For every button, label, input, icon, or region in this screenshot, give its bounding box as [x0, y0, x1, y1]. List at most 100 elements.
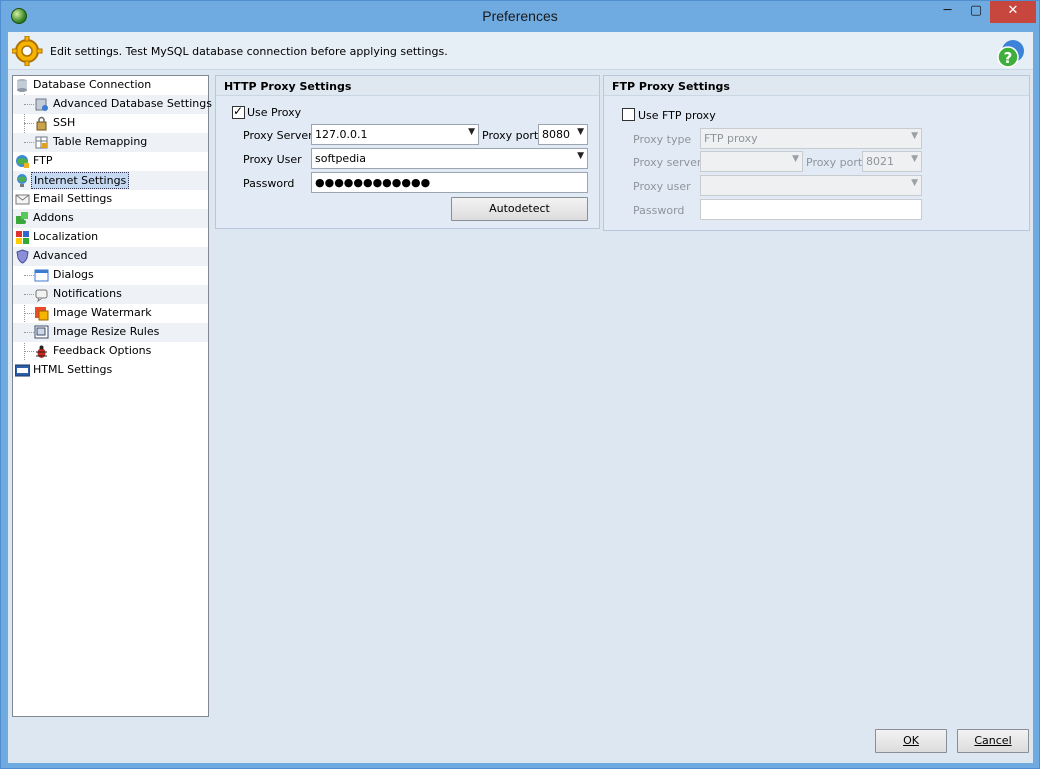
proxy-server-label: Proxy Server: [243, 129, 313, 142]
use-ftp-proxy-checkbox[interactable]: [622, 108, 635, 121]
tree-item-feedback-options[interactable]: Feedback Options: [13, 342, 208, 361]
ok-label: OK: [903, 734, 919, 747]
tree-item-database-connection[interactable]: Database Connection: [13, 76, 208, 95]
tree-item-addons[interactable]: Addons: [13, 209, 208, 228]
tree-item-label: Addons: [33, 211, 74, 224]
tree-item-label: Dialogs: [53, 268, 94, 281]
tree-item-label: Internet Settings: [31, 172, 130, 189]
http-proxy-group: HTTP Proxy Settings Use Proxy Proxy Serv…: [215, 75, 600, 229]
database-icon: [17, 79, 27, 92]
info-banner: Edit settings. Test MySQL database conne…: [8, 32, 1033, 70]
tree-item-label: Image Watermark: [53, 306, 152, 319]
proxy-port-combo[interactable]: 8080 ▼: [538, 124, 588, 145]
ftp-password-label: Password: [633, 204, 685, 217]
proxy-server-combo[interactable]: 127.0.0.1 ▼: [311, 124, 479, 145]
chevron-down-icon[interactable]: ▼: [792, 154, 799, 164]
tree-item-advanced[interactable]: Advanced: [13, 247, 208, 266]
ftp-proxy-group: FTP Proxy Settings Use FTP proxy Proxy t…: [603, 75, 1030, 231]
http-proxy-group-title: HTTP Proxy Settings: [216, 76, 599, 96]
tree-item-label: HTML Settings: [33, 363, 113, 376]
cancel-button[interactable]: Cancel: [957, 729, 1029, 753]
close-button[interactable]: ✕: [990, 1, 1036, 23]
ftp-proxy-user-label: Proxy user: [633, 180, 691, 193]
use-ftp-proxy-label: Use FTP proxy: [638, 109, 716, 122]
tree-item-ftp[interactable]: FTP: [13, 152, 208, 171]
ftp-proxy-server-combo[interactable]: ▼: [700, 151, 803, 172]
chevron-down-icon[interactable]: ▼: [577, 127, 584, 137]
password-label: Password: [243, 177, 295, 190]
html-icon: [15, 364, 30, 377]
settings-gear-icon: [12, 36, 43, 66]
watermark-icon: [35, 307, 49, 321]
minimize-button[interactable]: ─: [934, 1, 961, 23]
tree-item-label: Advanced: [33, 249, 88, 262]
proxy-server-value: 127.0.0.1: [315, 128, 368, 141]
tree-item-internet-settings[interactable]: Internet Settings: [13, 171, 208, 190]
dialog-icon: [34, 269, 49, 282]
ftp-proxy-type-value: FTP proxy: [704, 132, 758, 145]
title-bar[interactable]: Preferences ─ ▢ ✕: [1, 1, 1039, 32]
preferences-window: Preferences ─ ▢ ✕ Edit settings. Test My…: [0, 0, 1040, 769]
ftp-proxy-port-value: 8021: [866, 155, 894, 168]
tree-item-label: SSH: [53, 116, 76, 129]
window-title: Preferences: [482, 8, 558, 24]
password-input[interactable]: ●●●●●●●●●●●●: [311, 172, 588, 193]
proxy-user-value: softpedia: [315, 152, 366, 165]
tree-item-table-remapping[interactable]: Table Remapping: [13, 133, 208, 152]
ftp-globe-icon: [16, 155, 29, 168]
tree-item-html-settings[interactable]: HTML Settings: [13, 361, 208, 380]
shield-icon: [16, 249, 29, 264]
tree-item-image-watermark[interactable]: Image Watermark: [13, 304, 208, 323]
proxy-user-combo[interactable]: softpedia ▼: [311, 148, 588, 169]
chevron-down-icon[interactable]: ▼: [577, 151, 584, 161]
tree-item-ssh[interactable]: SSH: [13, 114, 208, 133]
tree-item-localization[interactable]: Localization: [13, 228, 208, 247]
chevron-down-icon[interactable]: ▼: [911, 131, 918, 141]
settings-tree[interactable]: Database Connection Advanced Database Se…: [12, 75, 212, 717]
tree-item-label: Localization: [33, 230, 99, 243]
database-settings-icon: [35, 98, 48, 111]
puzzle-icon: [16, 212, 28, 224]
ftp-proxy-type-combo[interactable]: FTP proxy ▼: [700, 128, 922, 149]
flags-icon: [16, 231, 29, 244]
ftp-proxy-user-combo[interactable]: ▼: [700, 175, 922, 196]
tree-item-advanced-database-settings[interactable]: Advanced Database Settings: [13, 95, 212, 114]
maximize-button[interactable]: ▢: [963, 1, 989, 23]
proxy-port-label: Proxy port: [482, 129, 539, 142]
client-area: Edit settings. Test MySQL database conne…: [8, 32, 1033, 763]
chevron-down-icon[interactable]: ▼: [911, 178, 918, 188]
banner-text: Edit settings. Test MySQL database conne…: [50, 45, 448, 58]
tree-item-label: FTP: [33, 154, 53, 167]
tree-item-notifications[interactable]: Notifications: [13, 285, 208, 304]
tree-item-label: Notifications: [53, 287, 122, 300]
ftp-password-input[interactable]: [700, 199, 922, 220]
tree-item-label: Image Resize Rules: [53, 325, 160, 338]
proxy-user-label: Proxy User: [243, 153, 302, 166]
tree-item-email-settings[interactable]: Email Settings: [13, 190, 208, 209]
ftp-proxy-group-title: FTP Proxy Settings: [604, 76, 1029, 96]
ftp-proxy-port-label: Proxy port: [806, 156, 863, 169]
cancel-label: Cancel: [974, 734, 1012, 747]
notification-icon: [35, 289, 48, 302]
tree-item-label: Email Settings: [33, 192, 113, 205]
chevron-down-icon[interactable]: ▼: [911, 154, 918, 164]
tree-item-label: Table Remapping: [53, 135, 148, 148]
bug-icon: [36, 345, 47, 358]
tree-item-label: Database Connection: [33, 78, 152, 91]
chevron-down-icon[interactable]: ▼: [468, 127, 475, 137]
use-proxy-label: Use Proxy: [247, 106, 302, 119]
tree-item-image-resize-rules[interactable]: Image Resize Rules: [13, 323, 208, 342]
tree-item-dialogs[interactable]: Dialogs: [13, 266, 208, 285]
table-icon: [35, 136, 48, 149]
help-icon[interactable]: ?: [996, 37, 1028, 69]
use-proxy-checkbox[interactable]: [232, 104, 245, 119]
ftp-proxy-type-label: Proxy type: [633, 133, 692, 146]
resize-icon: [34, 325, 49, 339]
ok-button[interactable]: OK: [875, 729, 947, 753]
lock-icon: [36, 116, 47, 131]
proxy-port-value: 8080: [542, 128, 570, 141]
ftp-proxy-port-combo[interactable]: 8021 ▼: [862, 151, 922, 172]
ftp-proxy-server-label: Proxy server: [633, 156, 702, 169]
autodetect-button[interactable]: Autodetect: [451, 197, 588, 221]
tree-item-label: Advanced Database Settings: [53, 97, 212, 110]
